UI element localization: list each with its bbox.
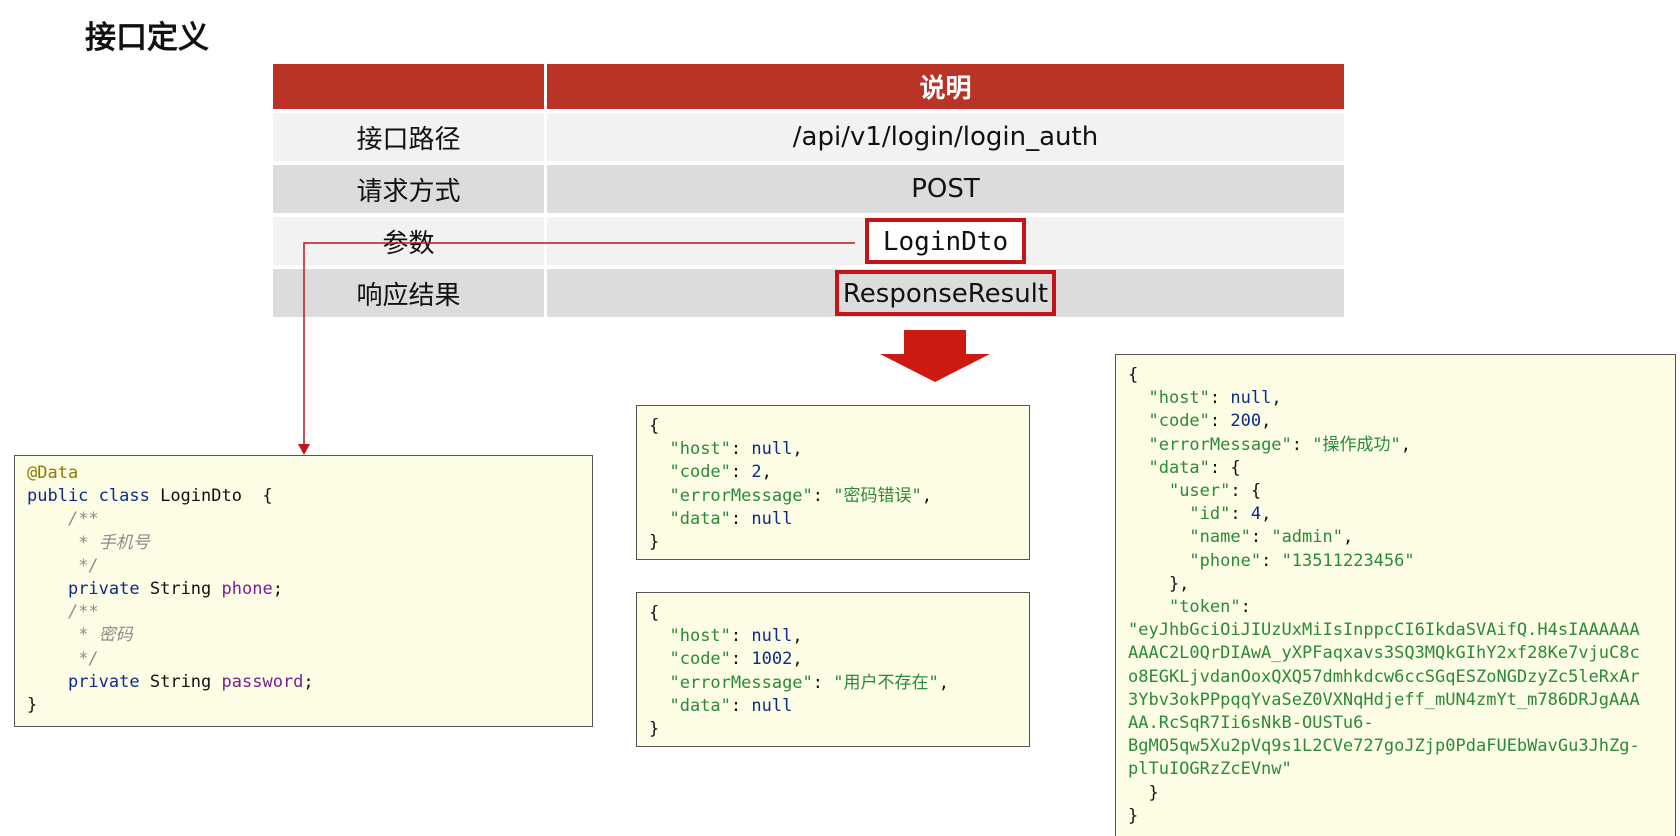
table-row-params: 参数 LoginDto	[273, 217, 1344, 265]
param-type-highlight: LoginDto	[864, 218, 1027, 264]
response-user-missing-box: { "host": null, "code": 1002, "errorMess…	[636, 592, 1030, 747]
api-path: /api/v1/login/login_auth	[792, 122, 1099, 152]
interface-definition-table: 说明 接口路径 /api/v1/login/login_auth 请求方式 PO…	[273, 64, 1344, 321]
table-row-path: 接口路径 /api/v1/login/login_auth	[273, 113, 1344, 161]
row-label: 参数	[273, 217, 544, 265]
table-header-row: 说明	[273, 64, 1344, 109]
response-success-json: { "host": null, "code": 200, "errorMessa…	[1128, 365, 1640, 826]
response-password-error-json: { "host": null, "code": 2, "errorMessage…	[649, 416, 932, 553]
http-method: POST	[911, 174, 980, 204]
row-label: 接口路径	[273, 113, 544, 161]
row-label: 请求方式	[273, 165, 544, 213]
header-cell-description: 说明	[547, 64, 1344, 109]
row-value: LoginDto	[547, 217, 1344, 265]
table-row-method: 请求方式 POST	[273, 165, 1344, 213]
row-value: POST	[547, 165, 1344, 213]
login-dto-code: @Data public class LoginDto { /** * 手机号 …	[27, 463, 314, 716]
login-dto-code-box: @Data public class LoginDto { /** * 手机号 …	[14, 455, 593, 727]
param-connector-arrowhead	[298, 444, 310, 455]
row-label: 响应结果	[273, 269, 544, 317]
header-cell-blank	[273, 64, 544, 109]
response-password-error-box: { "host": null, "code": 2, "errorMessage…	[636, 405, 1030, 560]
response-user-missing-json: { "host": null, "code": 1002, "errorMess…	[649, 603, 949, 740]
table-row-response: 响应结果 ResponseResult	[273, 269, 1344, 317]
page-title: 接口定义	[85, 20, 209, 56]
response-success-box: { "host": null, "code": 200, "errorMessa…	[1115, 354, 1676, 836]
down-arrow-icon	[880, 330, 990, 382]
response-type-highlight: ResponseResult	[834, 270, 1057, 316]
row-value: ResponseResult	[547, 269, 1344, 317]
row-value: /api/v1/login/login_auth	[547, 113, 1344, 161]
